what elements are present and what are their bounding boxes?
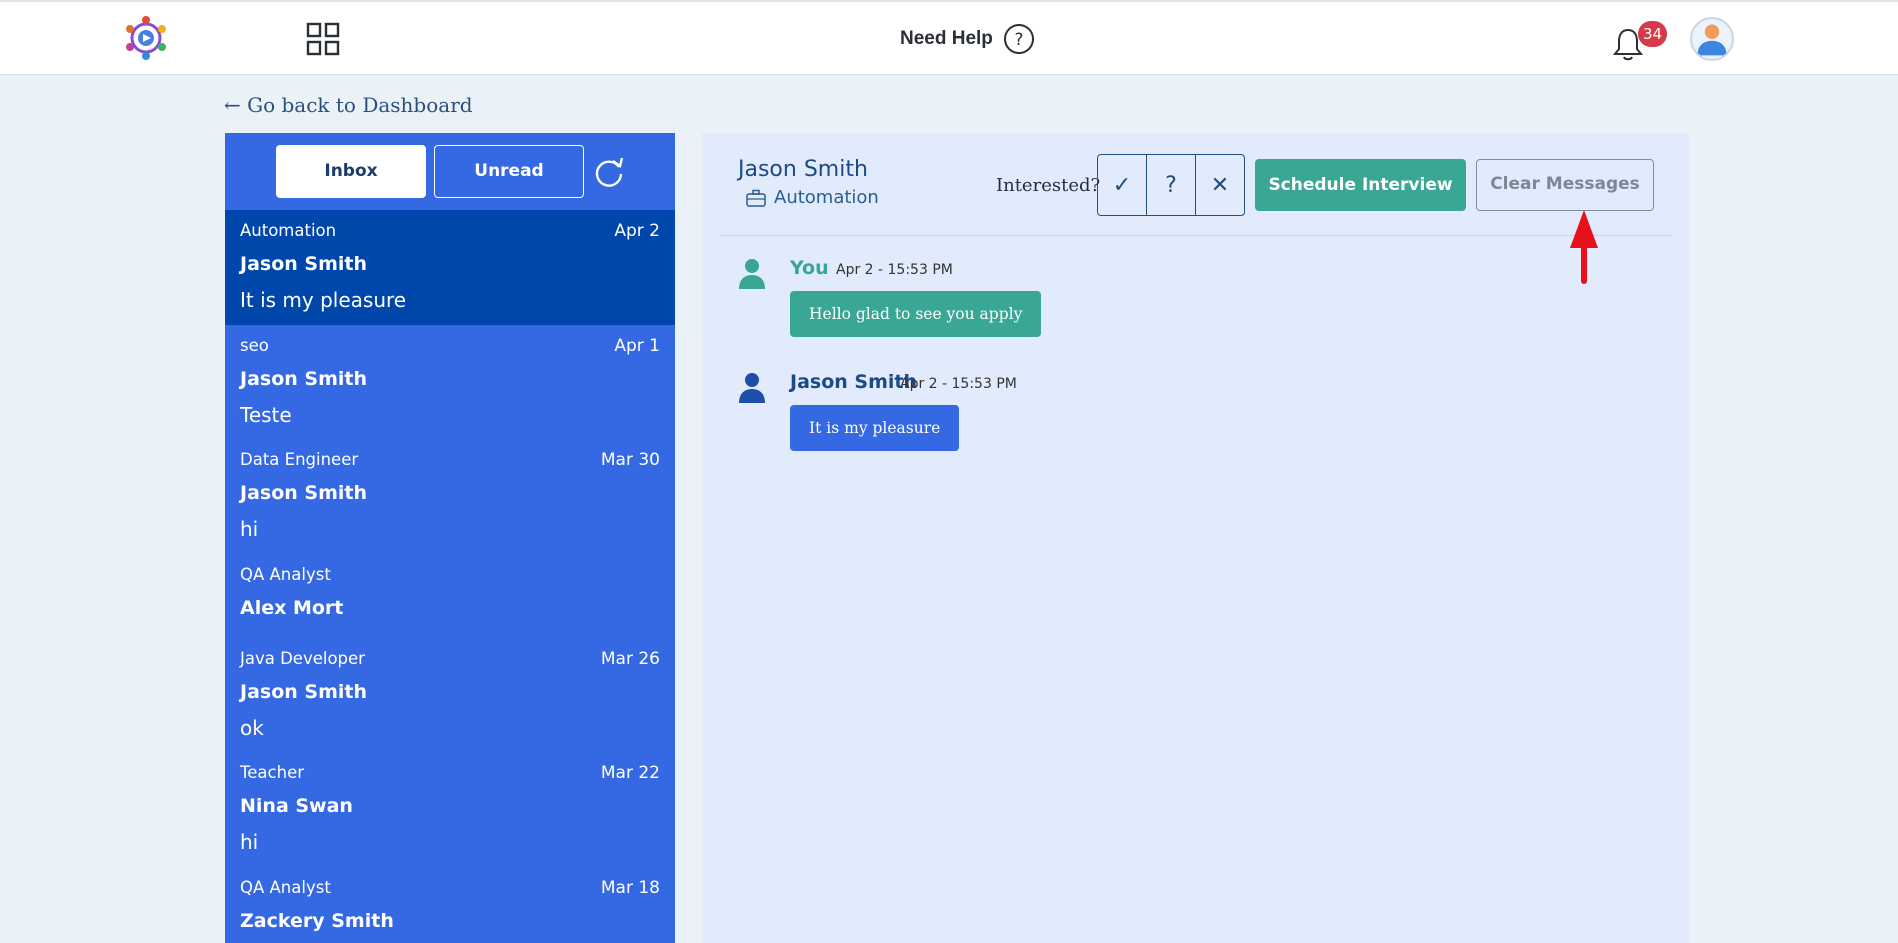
person-icon (739, 259, 765, 289)
conversation-job: Data Engineer (240, 450, 359, 469)
user-avatar[interactable] (1690, 17, 1734, 61)
interested-label: Interested? (996, 175, 1101, 196)
conversation-name: Jason Smith (240, 482, 367, 504)
conversation-date: Apr 1 (614, 335, 660, 356)
conversation-item[interactable]: QA Analyst Alex Mort (225, 554, 675, 638)
interest-button-group: ✓ ? ✕ (1097, 154, 1245, 216)
top-bar: Need Help ? 34 (0, 0, 1898, 75)
user-avatar-icon (1697, 24, 1727, 56)
conversation-name: Nina Swan (240, 795, 353, 817)
need-help-link[interactable]: Need Help ? (900, 22, 1035, 56)
conversation-job: QA Analyst (240, 564, 331, 584)
conversation-date: Apr 2 (614, 221, 660, 241)
schedule-interview-button[interactable]: Schedule Interview (1255, 159, 1466, 211)
conversation-item[interactable]: QA Analyst Mar 18 Zackery Smith (225, 867, 675, 943)
message-time: Apr 2 - 15:53 PM (836, 262, 953, 278)
question-icon: ? (1165, 172, 1177, 198)
conversation-date: Mar 26 (600, 648, 660, 669)
conversation-name: Jason Smith (240, 367, 367, 390)
annotation-arrow-icon (1570, 210, 1598, 284)
app-logo-icon[interactable] (120, 12, 172, 64)
conversation-job: seo (240, 335, 269, 355)
tab-inbox[interactable]: Inbox (276, 145, 426, 198)
briefcase-icon (746, 189, 766, 207)
chat-panel: Jason Smith Automation Interested? ✓ ? ✕… (702, 133, 1689, 943)
conversation-preview: hi (240, 517, 259, 541)
chat-job-title: Automation (774, 187, 879, 208)
chat-contact-name: Jason Smith (738, 157, 868, 182)
message-bubble: Hello glad to see you apply (790, 291, 1042, 337)
question-circle-icon: ? (1003, 24, 1034, 54)
chat-header-divider (720, 235, 1672, 236)
message-author: Jason Smith (790, 371, 917, 393)
sidebar-header: Inbox Unread (225, 133, 675, 210)
message-author: You (790, 257, 829, 279)
conversation-date: Mar 22 (600, 763, 660, 783)
conversation-date: Mar 18 (600, 877, 660, 898)
need-help-label: Need Help (900, 28, 993, 49)
clear-messages-button[interactable]: Clear Messages (1476, 159, 1654, 211)
conversation-item[interactable]: Java Developer Mar 26 Jason Smith ok (225, 638, 675, 753)
conversation-item[interactable]: Automation Apr 2 Jason Smith It is my pl… (225, 210, 675, 325)
conversation-job: QA Analyst (240, 877, 331, 897)
conversation-job: Teacher (240, 763, 305, 782)
conversation-job: Java Developer (240, 648, 365, 668)
conversation-item[interactable]: Teacher Mar 22 Nina Swan hi (225, 752, 675, 867)
conversation-item[interactable]: Data Engineer Mar 30 Jason Smith hi (225, 439, 675, 554)
interested-yes-button[interactable]: ✓ (1098, 155, 1147, 215)
conversation-name: Alex Mort (240, 596, 344, 619)
conversation-preview: Teste (240, 402, 292, 427)
notification-badge: 34 (1638, 21, 1668, 47)
conversation-preview: It is my pleasure (240, 288, 407, 312)
refresh-icon[interactable] (592, 154, 626, 188)
message-time: Apr 2 - 15:53 PM (900, 376, 1017, 392)
interested-no-button[interactable]: ✕ (1196, 155, 1244, 215)
conversation-item[interactable]: seo Apr 1 Jason Smith Teste (225, 325, 675, 440)
conversation-name: Jason Smith (240, 680, 367, 703)
person-icon (739, 373, 765, 403)
conversation-name: Zackery Smith (240, 909, 394, 932)
chat-job: Automation (746, 187, 879, 208)
conversation-preview: hi (240, 830, 259, 854)
check-icon: ✓ (1112, 172, 1132, 198)
grid-icon[interactable] (306, 22, 340, 56)
conversation-name: Jason Smith (240, 253, 367, 275)
conversation-preview: ok (240, 715, 264, 740)
conversation-sidebar: Inbox Unread Automation Apr 2 Jason Smit… (225, 133, 675, 943)
conversation-job: Automation (240, 221, 337, 240)
conversation-date: Mar 30 (600, 450, 660, 470)
message-bubble: It is my pleasure (790, 405, 960, 451)
tab-unread[interactable]: Unread (434, 145, 584, 198)
interested-maybe-button[interactable]: ? (1147, 155, 1196, 215)
close-icon: ✕ (1210, 172, 1230, 198)
back-to-dashboard-link[interactable]: ← Go back to Dashboard (224, 93, 473, 117)
svg-text:?: ? (1014, 30, 1023, 50)
